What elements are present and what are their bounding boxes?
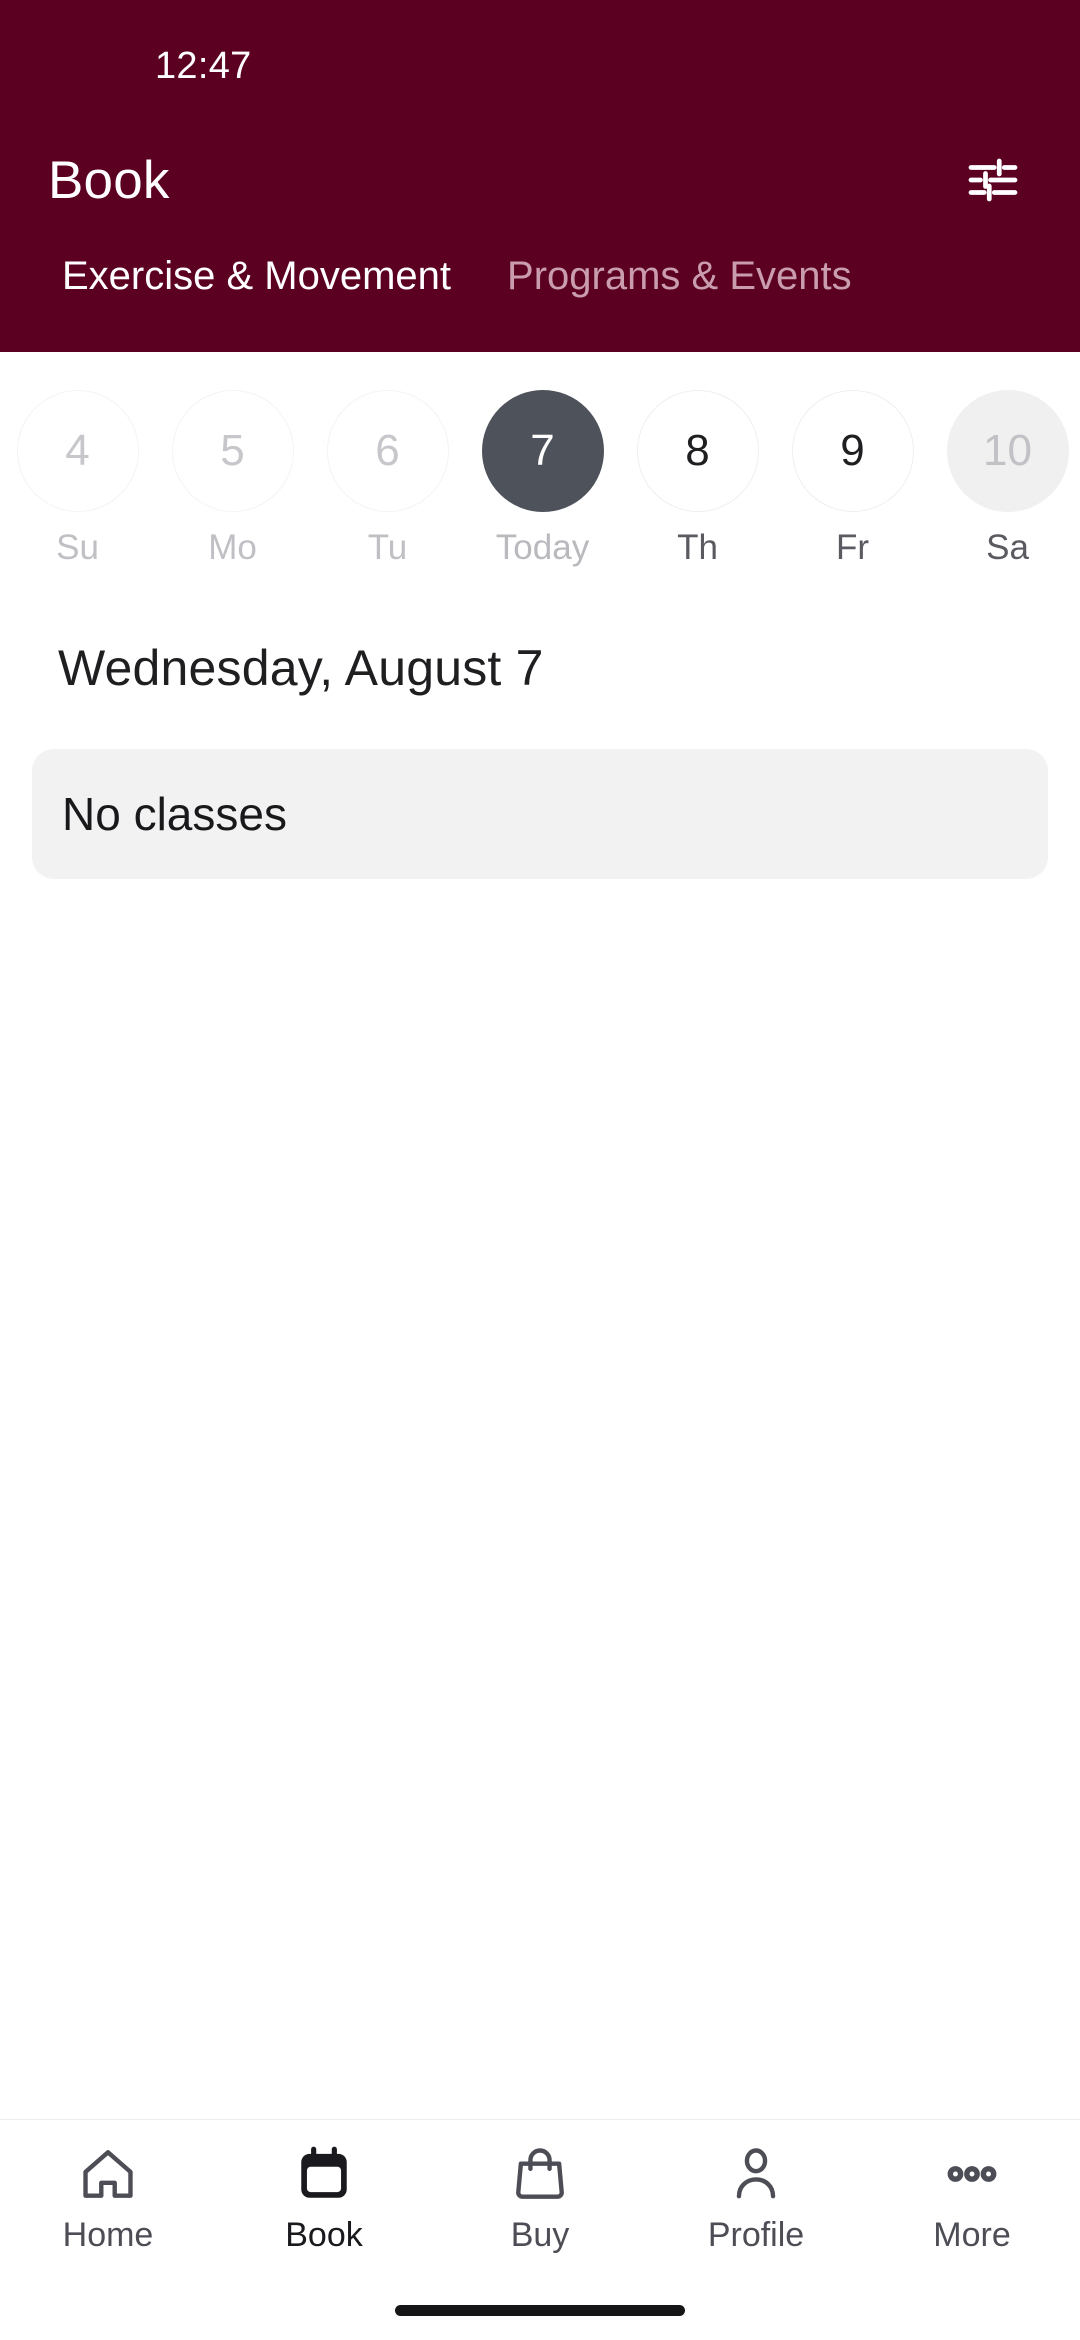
bottom-navigation: Home Book Buy Profile More [0, 2119, 1080, 2340]
tune-icon[interactable] [954, 141, 1032, 219]
shopping-bag-icon [509, 2136, 571, 2212]
date-weekday-label: Sa [986, 528, 1029, 567]
app-screen: 12:47 Book Exercise & Movement Programs … [0, 0, 1080, 2340]
header: 12:47 Book Exercise & Movement Programs … [0, 0, 1080, 352]
nav-item-label: Profile [707, 2216, 805, 2254]
home-indicator-area [0, 2280, 1080, 2340]
date-number: 9 [791, 390, 914, 512]
empty-state-card: No classes [32, 749, 1048, 879]
nav-item-label: Home [62, 2216, 154, 2254]
nav-item-book[interactable]: Book [216, 2136, 432, 2280]
nav-item-home[interactable]: Home [0, 2136, 216, 2280]
page-title: Book [48, 150, 170, 210]
date-weekday-label: Su [56, 528, 99, 567]
date-cell-8[interactable]: 8 Th [620, 390, 775, 565]
date-strip[interactable]: 4 Su 5 Mo 6 Tu 7 Today 8 Th 9 Fr 10 Sa [0, 352, 1080, 565]
date-weekday-label: Th [677, 528, 718, 567]
date-number: 10 [946, 390, 1069, 512]
date-cell-5[interactable]: 5 Mo [155, 390, 310, 565]
date-number: 8 [636, 390, 759, 512]
ellipsis-icon [941, 2136, 1003, 2212]
selected-date-heading: Wednesday, August 7 [58, 640, 544, 696]
calendar-icon [293, 2136, 355, 2212]
date-cell-9[interactable]: 9 Fr [775, 390, 930, 565]
tab-label: Programs & Events [507, 254, 852, 298]
home-indicator[interactable] [395, 2304, 685, 2316]
date-cell-10[interactable]: 10 Sa [930, 390, 1080, 565]
tab-bar: Exercise & Movement Programs & Events [0, 242, 1080, 352]
nav-item-label: Buy [510, 2216, 570, 2254]
nav-item-label: Book [285, 2216, 363, 2254]
tab-exercise-and-movement[interactable]: Exercise & Movement [34, 242, 479, 296]
date-cell-6[interactable]: 6 Tu [310, 390, 465, 565]
date-number: 6 [326, 390, 449, 512]
tab-programs-and-events[interactable]: Programs & Events [479, 242, 880, 296]
main-content: 4 Su 5 Mo 6 Tu 7 Today 8 Th 9 Fr 10 Sa W… [0, 352, 1080, 2119]
date-weekday-label: Fr [835, 528, 870, 567]
status-bar-clock: 12:47 [155, 45, 252, 87]
date-number: 4 [16, 390, 139, 512]
nav-item-label: More [933, 2216, 1011, 2254]
app-bar: Book [0, 118, 1080, 242]
house-icon [77, 2136, 139, 2212]
date-weekday-label: Tu [367, 528, 408, 567]
date-number: 7 [481, 390, 604, 512]
date-number: 5 [171, 390, 294, 512]
nav-item-profile[interactable]: Profile [648, 2136, 864, 2280]
tab-label: Exercise & Movement [62, 254, 452, 298]
date-weekday-label: Today [495, 528, 590, 567]
date-weekday-label: Mo [208, 528, 257, 567]
date-cell-7-today[interactable]: 7 Today [465, 390, 620, 565]
date-cell-4[interactable]: 4 Su [0, 390, 155, 565]
nav-item-more[interactable]: More [864, 2136, 1080, 2280]
empty-state-text: No classes [62, 788, 287, 840]
status-bar: 12:47 [0, 0, 1080, 118]
nav-item-buy[interactable]: Buy [432, 2136, 648, 2280]
person-icon [725, 2136, 787, 2212]
